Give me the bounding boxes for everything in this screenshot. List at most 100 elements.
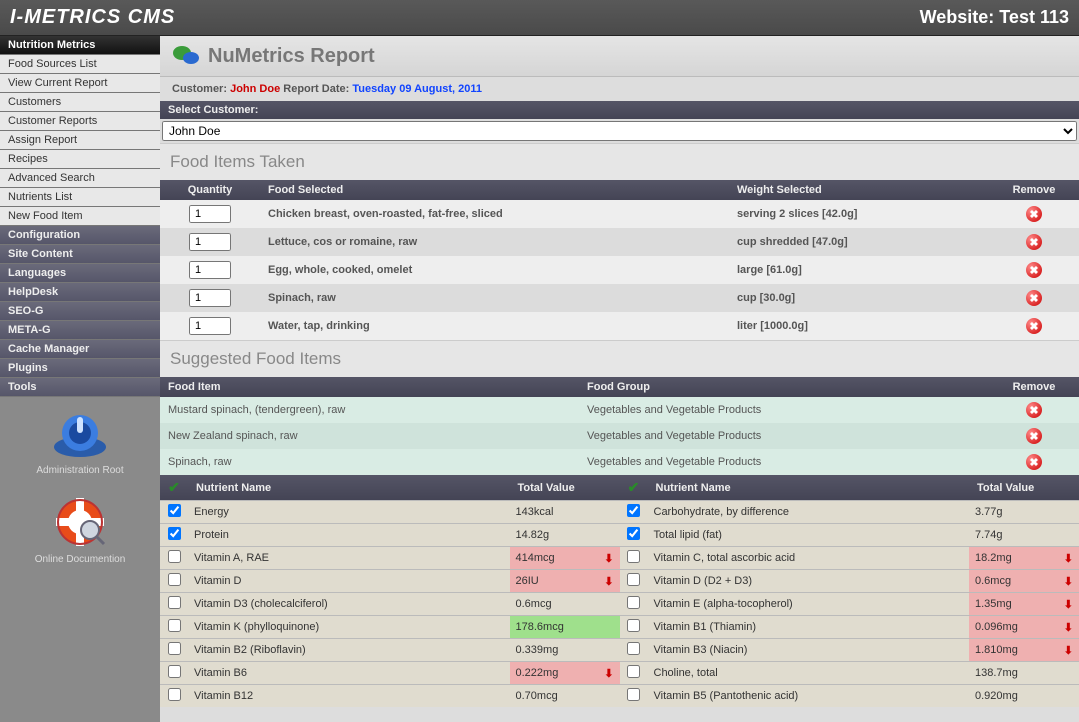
col-total-value-right: Total Value [969,475,1079,501]
nutrient-row: Vitamin C, total ascorbic acid18.2mg⬇ [620,547,1079,570]
nav-item[interactable]: View Current Report [0,74,160,93]
nutrient-checkbox[interactable] [168,504,181,517]
nav-section[interactable]: Tools [0,378,160,397]
weight-selected: cup shredded [47.0g] [729,228,989,256]
remove-button[interactable]: ✖ [1026,262,1042,278]
remove-button[interactable]: ✖ [1026,290,1042,306]
nutrient-row: Energy143kcal [160,501,620,524]
nav-section[interactable]: Site Content [0,245,160,264]
nutrient-row: Total lipid (fat)7.74g [620,524,1079,547]
nutrient-checkbox[interactable] [168,665,181,678]
suggested-group: Vegetables and Vegetable Products [579,449,989,475]
nutrient-checkbox[interactable] [168,688,181,701]
table-row: Spinach, rawcup [30.0g] ✖ [160,284,1079,312]
nutrient-checkbox[interactable] [627,504,640,517]
remove-button[interactable]: ✖ [1026,318,1042,334]
col-food-group: Food Group [579,377,989,397]
nutrient-row: Protein14.82g [160,524,620,547]
col-remove: Remove [989,180,1079,200]
nav-item[interactable]: New Food Item [0,207,160,226]
nav-section[interactable]: Configuration [0,226,160,245]
remove-button[interactable]: ✖ [1026,206,1042,222]
remove-button[interactable]: ✖ [1026,234,1042,250]
nutrient-checkbox[interactable] [627,665,640,678]
nutrient-checkbox[interactable] [168,619,181,632]
nutrient-value: 143kcal [510,501,620,524]
nutrient-checkbox[interactable] [168,550,181,563]
food-taken-table: Quantity Food Selected Weight Selected R… [160,180,1079,340]
nutrient-checkbox[interactable] [168,573,181,586]
arrow-down-icon: ⬇ [1064,644,1073,657]
nutrient-value: 3.77g [969,501,1079,524]
nutrient-row: Carbohydrate, by difference3.77g [620,501,1079,524]
nav-item[interactable]: Customer Reports [0,112,160,131]
nutrient-checkbox[interactable] [627,550,640,563]
weight-selected: liter [1000.0g] [729,312,989,340]
nav-section[interactable]: Cache Manager [0,340,160,359]
nutrient-checkbox[interactable] [627,573,640,586]
quantity-input[interactable] [189,233,231,251]
quantity-input[interactable] [189,261,231,279]
arrow-down-icon: ⬇ [604,552,613,565]
nutrient-name: Energy [188,501,510,524]
nutrient-value: 14.82g [510,524,620,547]
nav-item[interactable]: Assign Report [0,131,160,150]
nutrient-name: Vitamin A, RAE [188,547,510,570]
admin-root-link[interactable]: Administration Root [0,397,160,486]
arrow-down-icon: ⬇ [604,575,613,588]
quantity-input[interactable] [189,289,231,307]
nutrient-name: Vitamin D [188,570,510,593]
nutrient-checkbox[interactable] [168,642,181,655]
nutrient-row: Vitamin E (alpha-tocopherol)1.35mg⬇ [620,593,1079,616]
food-name: Spinach, raw [260,284,729,312]
chat-icon [172,44,200,68]
lifebuoy-icon [50,496,110,548]
select-customer-label: Select Customer: [160,101,1079,119]
nav-item[interactable]: Customers [0,93,160,112]
nutrients-table: ✔ Nutrient Name Total Value Energy143kca… [160,475,1079,707]
nav-item[interactable]: Nutrients List [0,188,160,207]
nav-section[interactable]: HelpDesk [0,283,160,302]
quantity-input[interactable] [189,317,231,335]
customer-select[interactable]: John Doe [162,121,1077,141]
suggested-item: New Zealand spinach, raw [160,423,579,449]
quantity-input[interactable] [189,205,231,223]
remove-button[interactable]: ✖ [1026,454,1042,470]
nav-section[interactable]: META-G [0,321,160,340]
nutrient-checkbox[interactable] [627,527,640,540]
nutrient-row: Choline, total138.7mg [620,662,1079,685]
nutrient-name: Vitamin D3 (cholecalciferol) [188,593,510,616]
nav-section[interactable]: Plugins [0,359,160,378]
nutrient-value: 18.2mg⬇ [969,547,1079,570]
nutrient-checkbox[interactable] [627,688,640,701]
nutrient-checkbox[interactable] [168,527,181,540]
report-date: Tuesday 09 August, 2011 [352,83,482,95]
remove-button[interactable]: ✖ [1026,428,1042,444]
suggested-table: Food Item Food Group Remove Mustard spin… [160,377,1079,475]
remove-button[interactable]: ✖ [1026,402,1042,418]
col-nutrient-name-left: Nutrient Name [188,475,510,501]
nutrient-name: Carbohydrate, by difference [648,501,970,524]
nutrient-row: Vitamin D (D2 + D3)0.6mcg⬇ [620,570,1079,593]
nav-item[interactable]: Advanced Search [0,169,160,188]
nutrient-value: 0.920mg [969,685,1079,708]
report-meta: Customer: John Doe Report Date: Tuesday … [160,77,1079,101]
nutrient-checkbox[interactable] [627,596,640,609]
food-name: Chicken breast, oven-roasted, fat-free, … [260,200,729,228]
nav-item[interactable]: Recipes [0,150,160,169]
nutrient-checkbox[interactable] [168,596,181,609]
brand: I-METRICS CMS [10,6,175,29]
food-name: Lettuce, cos or romaine, raw [260,228,729,256]
nutrient-value: 0.6mcg [510,593,620,616]
nutrient-name: Vitamin B2 (Riboflavin) [188,639,510,662]
online-doc-link[interactable]: Online Documention [0,486,160,575]
nav-item[interactable]: Food Sources List [0,55,160,74]
nav-nutrition-metrics[interactable]: Nutrition Metrics [0,36,160,55]
weight-selected: cup [30.0g] [729,284,989,312]
nutrient-checkbox[interactable] [627,619,640,632]
nutrient-checkbox[interactable] [627,642,640,655]
sidebar: Nutrition Metrics Food Sources ListView … [0,36,160,722]
table-row: Chicken breast, oven-roasted, fat-free, … [160,200,1079,228]
nav-section[interactable]: Languages [0,264,160,283]
nav-section[interactable]: SEO-G [0,302,160,321]
